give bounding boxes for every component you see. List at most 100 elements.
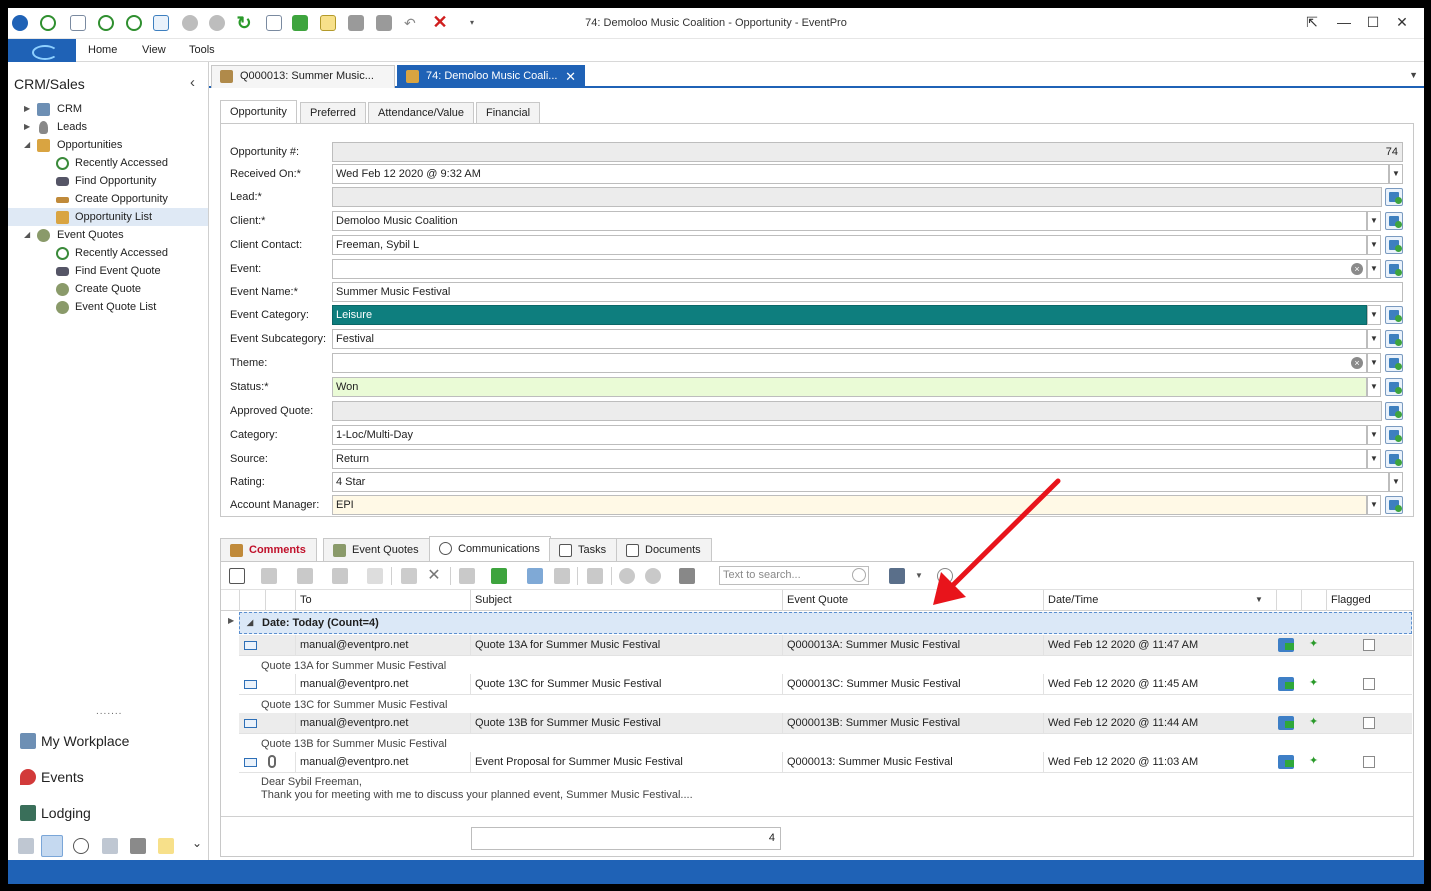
table-row[interactable]: manual@eventpro.net Event Proposal for S… xyxy=(239,752,1412,773)
event-lookup-icon[interactable] xyxy=(1385,260,1403,278)
category-lookup-icon[interactable] xyxy=(1385,426,1403,444)
column-to[interactable]: To xyxy=(295,590,470,611)
send-email-icon[interactable] xyxy=(1278,716,1294,730)
tree-item-event-quote-list[interactable]: Event Quote List xyxy=(8,298,208,316)
client-contact-lookup-icon[interactable] xyxy=(1385,236,1403,254)
theme-dropdown-icon[interactable]: ▼ xyxy=(1367,353,1381,373)
status-lookup-icon[interactable] xyxy=(1385,378,1403,396)
tree-item-create-quote[interactable]: Create Quote xyxy=(8,280,208,298)
client-contact-dropdown-icon[interactable]: ▼ xyxy=(1367,235,1381,255)
print-icon[interactable] xyxy=(459,568,475,584)
move-up-icon[interactable] xyxy=(619,568,635,584)
application-menu-button[interactable] xyxy=(8,39,76,62)
tree-item-opportunities[interactable]: ◢ Opportunities xyxy=(8,136,208,154)
archive-icon[interactable] xyxy=(554,568,570,584)
approved-quote-lookup-icon[interactable] xyxy=(1385,402,1403,420)
doc-tab-opportunity[interactable]: 74: Demoloo Music Coali... ✕ xyxy=(397,65,585,88)
nav-shortcut-crm-icon[interactable] xyxy=(41,835,63,857)
send-email-icon[interactable] xyxy=(1278,677,1294,691)
tab-tasks[interactable]: Tasks xyxy=(549,538,618,562)
maximize-button[interactable]: ☐ xyxy=(1363,14,1383,31)
copy-icon[interactable] xyxy=(491,568,507,584)
event-subcategory-lookup-icon[interactable] xyxy=(1385,330,1403,348)
account-manager-dropdown-icon[interactable]: ▼ xyxy=(1367,495,1381,515)
theme-lookup-icon[interactable] xyxy=(1385,354,1403,372)
reply-all-icon[interactable] xyxy=(297,568,313,584)
event-name-input[interactable]: Summer Music Festival xyxy=(332,282,1403,302)
tree-item-leads[interactable]: ▶ Leads xyxy=(8,118,208,136)
sort-descending-icon[interactable]: ▼ xyxy=(1251,590,1271,611)
column-datetime[interactable]: Date/Time xyxy=(1043,590,1276,611)
flagged-checkbox[interactable] xyxy=(1363,717,1375,729)
tab-attendance-value[interactable]: Attendance/Value xyxy=(368,102,475,124)
nav-lodging[interactable]: Lodging xyxy=(8,796,208,830)
save-layout-dropdown-icon[interactable]: ▼ xyxy=(911,568,927,584)
ribbon-tab-view[interactable]: View xyxy=(142,44,166,56)
source-dropdown-icon[interactable]: ▼ xyxy=(1367,449,1381,469)
column-flagged[interactable]: Flagged xyxy=(1326,590,1413,611)
received-on-dropdown-icon[interactable]: ▼ xyxy=(1389,164,1403,184)
splitter-handle[interactable]: ....... xyxy=(96,706,122,717)
tree-item-opportunity-list[interactable]: Opportunity List xyxy=(8,208,208,226)
save-layout-icon[interactable] xyxy=(889,568,905,584)
collapse-group-icon[interactable]: ◢ xyxy=(247,613,253,633)
export-icon[interactable] xyxy=(527,568,543,584)
client-contact-input[interactable]: Freeman, Sybil L xyxy=(332,235,1367,255)
restore-ribbon-icon[interactable]: ⇱ xyxy=(1302,14,1322,31)
find-icon[interactable] xyxy=(937,568,953,584)
nav-shortcut-tasks-icon[interactable] xyxy=(102,838,118,854)
search-input[interactable]: Text to search... xyxy=(719,566,869,585)
attach-icon[interactable] xyxy=(367,568,383,584)
client-lookup-icon[interactable] xyxy=(1385,212,1403,230)
source-lookup-icon[interactable] xyxy=(1385,450,1403,468)
minimize-button[interactable]: — xyxy=(1334,14,1354,30)
nav-shortcut-calculator-icon[interactable] xyxy=(130,838,146,854)
tab-financial[interactable]: Financial xyxy=(476,102,541,124)
table-row[interactable]: manual@eventpro.net Quote 13B for Summer… xyxy=(239,713,1412,734)
nav-events[interactable]: Events xyxy=(8,760,208,794)
nav-shortcut-icon-1[interactable] xyxy=(18,838,34,854)
ribbon-tab-home[interactable]: Home xyxy=(88,44,117,56)
filter-icon[interactable] xyxy=(679,568,695,584)
tree-item-recently-accessed[interactable]: Recently Accessed xyxy=(8,154,208,172)
tree-item-quotes-recently-accessed[interactable]: Recently Accessed xyxy=(8,244,208,262)
account-manager-lookup-icon[interactable] xyxy=(1385,496,1403,514)
tab-comments[interactable]: Comments xyxy=(220,538,317,562)
status-input[interactable]: Won xyxy=(332,377,1367,397)
event-category-lookup-icon[interactable] xyxy=(1385,306,1403,324)
nav-my-workplace[interactable]: My Workplace xyxy=(8,724,208,758)
group-row[interactable]: ◢ Date: Today (Count=4) xyxy=(239,612,1412,634)
event-dropdown-icon[interactable]: ▼ xyxy=(1367,259,1381,279)
client-dropdown-icon[interactable]: ▼ xyxy=(1367,211,1381,231)
column-event-quote[interactable]: Event Quote xyxy=(782,590,1043,611)
flag-icon[interactable] xyxy=(401,568,417,584)
theme-input[interactable] xyxy=(332,353,1367,373)
tree-item-create-opportunity[interactable]: Create Opportunity xyxy=(8,190,208,208)
table-row[interactable]: manual@eventpro.net Quote 13C for Summer… xyxy=(239,674,1412,695)
tab-event-quotes[interactable]: Event Quotes xyxy=(323,538,430,562)
doc-tab-quote[interactable]: Q000013: Summer Music... xyxy=(211,65,395,88)
new-communication-icon[interactable] xyxy=(229,568,245,584)
event-category-dropdown-icon[interactable]: ▼ xyxy=(1367,305,1381,325)
nav-more-icon[interactable]: ⌄ xyxy=(192,836,202,850)
collapse-sidebar-icon[interactable]: ‹ xyxy=(190,74,195,91)
reply-icon[interactable] xyxy=(261,568,277,584)
received-on-input[interactable]: Wed Feb 12 2020 @ 9:32 AM xyxy=(332,164,1389,184)
flagged-checkbox[interactable] xyxy=(1363,678,1375,690)
event-clear-icon[interactable]: × xyxy=(1351,263,1363,275)
event-category-input[interactable]: Leisure xyxy=(332,305,1367,325)
tab-list-dropdown-icon[interactable]: ▼ xyxy=(1409,70,1418,80)
tree-item-find-opportunity[interactable]: Find Opportunity xyxy=(8,172,208,190)
nav-shortcut-notes-icon[interactable] xyxy=(158,838,174,854)
column-subject[interactable]: Subject xyxy=(470,590,782,611)
tab-preferred[interactable]: Preferred xyxy=(300,102,366,124)
source-input[interactable]: Return xyxy=(332,449,1367,469)
tab-opportunity[interactable]: Opportunity xyxy=(220,100,297,124)
close-tab-icon[interactable]: ✕ xyxy=(565,66,576,87)
rating-input[interactable]: 4 Star xyxy=(332,472,1389,492)
delete-icon[interactable]: ✕ xyxy=(426,568,442,584)
flagged-checkbox[interactable] xyxy=(1363,639,1375,651)
theme-clear-icon[interactable]: × xyxy=(1351,357,1363,369)
rating-dropdown-icon[interactable]: ▼ xyxy=(1389,472,1403,492)
tab-communications[interactable]: Communications xyxy=(429,536,551,562)
